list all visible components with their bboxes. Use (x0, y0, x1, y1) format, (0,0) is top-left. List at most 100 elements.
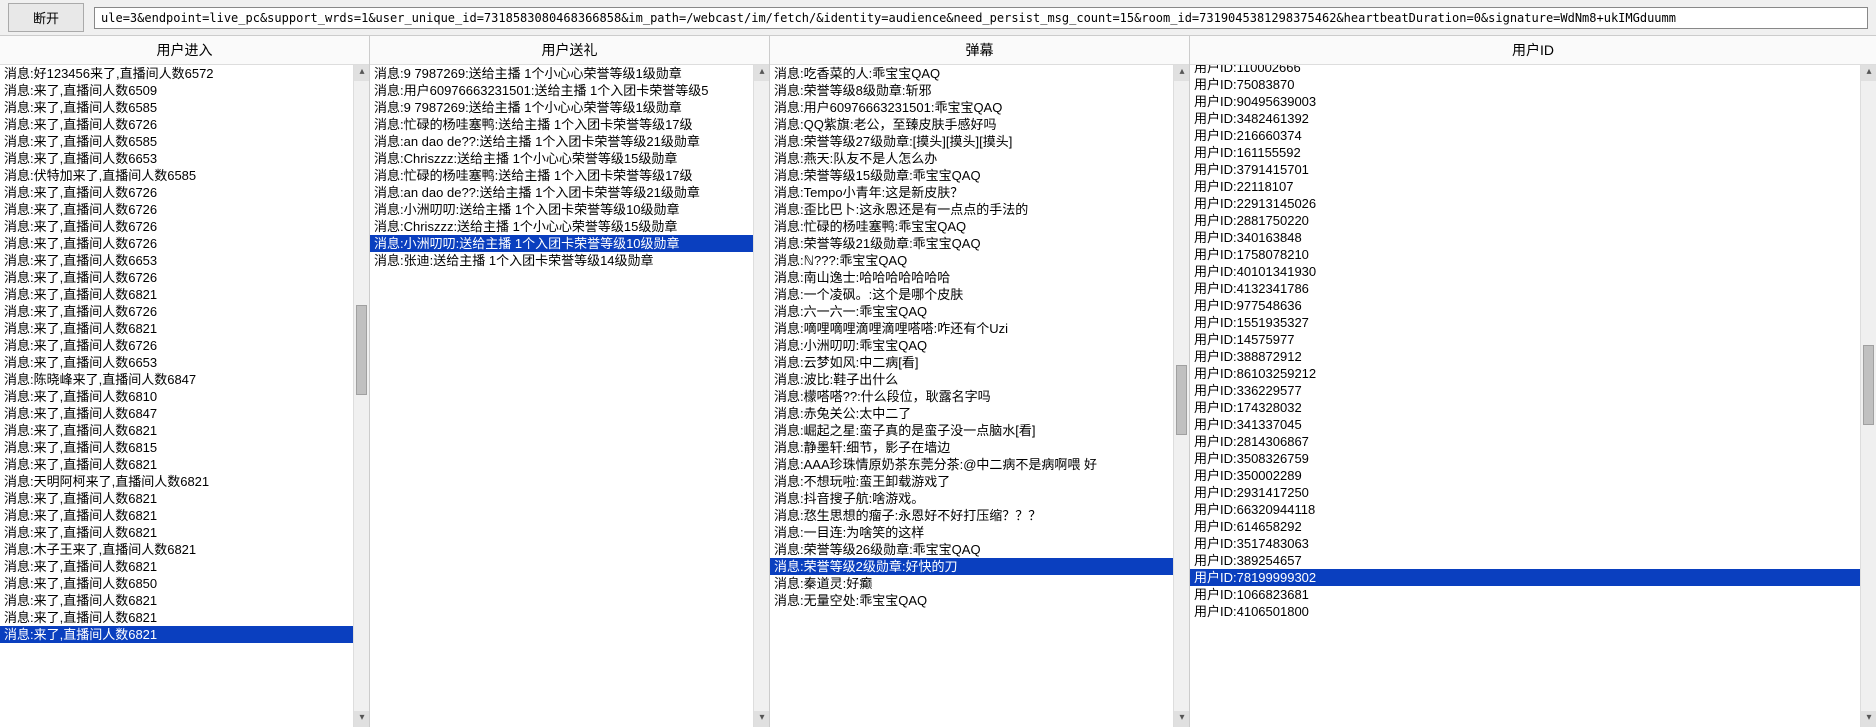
scrollbar-enter[interactable]: ▴ ▾ (353, 65, 369, 727)
list-item[interactable]: 用户ID:4132341786 (1190, 280, 1860, 297)
list-item[interactable]: 消息:荣誉等级21级勋章:乖宝宝QAQ (770, 235, 1173, 252)
list-item[interactable]: 消息:来了,直播间人数6821 (0, 490, 353, 507)
list-item[interactable]: 消息:张迪:送给主播 1个入团卡荣誉等级14级勋章 (370, 252, 753, 269)
list-item[interactable]: 消息:秦道灵:好癫 (770, 575, 1173, 592)
list-item[interactable]: 用户ID:340163848 (1190, 229, 1860, 246)
list-item[interactable]: 消息:an dao de??:送给主播 1个入团卡荣誉等级21级勋章 (370, 184, 753, 201)
list-item[interactable]: 用户ID:977548636 (1190, 297, 1860, 314)
url-input[interactable] (94, 7, 1868, 29)
list-item[interactable]: 消息:陈晓峰来了,直播间人数6847 (0, 371, 353, 388)
list-item[interactable]: 消息:来了,直播间人数6726 (0, 116, 353, 133)
list-item[interactable]: 用户ID:3791415701 (1190, 161, 1860, 178)
list-item[interactable]: 用户ID:336229577 (1190, 382, 1860, 399)
list-item[interactable]: 消息:来了,直播间人数6821 (0, 524, 353, 541)
list-item[interactable]: 消息:用户60976663231501:乖宝宝QAQ (770, 99, 1173, 116)
list-item[interactable]: 用户ID:3517483063 (1190, 535, 1860, 552)
scroll-up-icon[interactable]: ▴ (354, 65, 369, 81)
list-item[interactable]: 消息:ℕ???:乖宝宝QAQ (770, 252, 1173, 269)
list-item[interactable]: 消息:来了,直播间人数6821 (0, 558, 353, 575)
list-item[interactable]: 用户ID:161155592 (1190, 144, 1860, 161)
list-item[interactable]: 消息:来了,直播间人数6821 (0, 422, 353, 439)
list-item[interactable]: 消息:燕天:队友不是人怎么办 (770, 150, 1173, 167)
list-item[interactable]: 消息:9 7987269:送给主播 1个小心心荣誉等级1级勋章 (370, 99, 753, 116)
list-user-enter[interactable]: 消息:好123456来了,直播间人数6572消息:来了,直播间人数6509消息:… (0, 65, 353, 727)
list-item[interactable]: 消息:忙碌的杨哇塞鸭:送给主播 1个入团卡荣誉等级17级 (370, 116, 753, 133)
scroll-thumb[interactable] (356, 305, 367, 395)
list-item[interactable]: 消息:an dao de??:送给主播 1个入团卡荣誉等级21级勋章 (370, 133, 753, 150)
list-item[interactable]: 消息:来了,直播间人数6821 (0, 592, 353, 609)
list-item[interactable]: 用户ID:86103259212 (1190, 365, 1860, 382)
list-user-id[interactable]: 用户ID:110002666用户ID:75083870用户ID:90495639… (1190, 65, 1860, 727)
list-item[interactable]: 消息:不想玩啦:蛮王卸载游戏了 (770, 473, 1173, 490)
list-item[interactable]: 消息:来了,直播间人数6585 (0, 133, 353, 150)
scroll-down-icon[interactable]: ▾ (354, 711, 369, 727)
list-item[interactable]: 消息:来了,直播间人数6821 (0, 507, 353, 524)
list-item[interactable]: 消息:来了,直播间人数6726 (0, 337, 353, 354)
list-item[interactable]: 消息:荣誉等级15级勋章:乖宝宝QAQ (770, 167, 1173, 184)
scroll-up-icon[interactable]: ▴ (754, 65, 769, 81)
list-item[interactable]: 消息:来了,直播间人数6653 (0, 252, 353, 269)
list-user-gift[interactable]: 消息:9 7987269:送给主播 1个小心心荣誉等级1级勋章消息:用户6097… (370, 65, 753, 727)
list-item[interactable]: 消息:来了,直播间人数6726 (0, 218, 353, 235)
list-item[interactable]: 消息:小洲叨叨:送给主播 1个入团卡荣誉等级10级勋章 (370, 235, 753, 252)
list-item[interactable]: 用户ID:78199999302 (1190, 569, 1860, 586)
scrollbar-danmu[interactable]: ▴ ▾ (1173, 65, 1189, 727)
list-item[interactable]: 消息:用户60976663231501:送给主播 1个入团卡荣誉等级5 (370, 82, 753, 99)
list-item[interactable]: 消息:一个凌砜。:这个是哪个皮肤 (770, 286, 1173, 303)
list-item[interactable]: 用户ID:110002666 (1190, 65, 1860, 76)
list-item[interactable]: 消息:荣誉等级27级勋章:[摸头][摸头][摸头] (770, 133, 1173, 150)
list-danmu[interactable]: 消息:吃香菜的人:乖宝宝QAQ消息:荣誉等级8级勋章:斩邪消息:用户609766… (770, 65, 1173, 727)
scrollbar-uid[interactable]: ▴ ▾ (1860, 65, 1876, 727)
list-item[interactable]: 消息:来了,直播间人数6850 (0, 575, 353, 592)
list-item[interactable]: 消息:Tempo小青年:这是新皮肤？ (770, 184, 1173, 201)
list-item[interactable]: 用户ID:216660374 (1190, 127, 1860, 144)
list-item[interactable]: 消息:檬嗒嗒??:什么段位，耿露名字吗 (770, 388, 1173, 405)
disconnect-button[interactable]: 断开 (8, 3, 84, 32)
list-item[interactable]: 消息:来了,直播间人数6509 (0, 82, 353, 99)
list-item[interactable]: 消息:来了,直播间人数6726 (0, 184, 353, 201)
list-item[interactable]: 用户ID:3482461392 (1190, 110, 1860, 127)
list-item[interactable]: 消息:来了,直播间人数6726 (0, 235, 353, 252)
list-item[interactable]: 消息:静墨轩:细节，影子在墙边 (770, 439, 1173, 456)
list-item[interactable]: 消息:抖音搜子航:啥游戏。 (770, 490, 1173, 507)
list-item[interactable]: 消息:崛起之星:蛮子真的是蛮子没一点脑水[看] (770, 422, 1173, 439)
list-item[interactable]: 消息:来了,直播间人数6810 (0, 388, 353, 405)
list-item[interactable]: 用户ID:350002289 (1190, 467, 1860, 484)
list-item[interactable]: 消息:荣誉等级8级勋章:斩邪 (770, 82, 1173, 99)
list-item[interactable]: 消息:来了,直播间人数6585 (0, 99, 353, 116)
list-item[interactable]: 用户ID:75083870 (1190, 76, 1860, 93)
list-item[interactable]: 消息:小洲叨叨:乖宝宝QAQ (770, 337, 1173, 354)
list-item[interactable]: 消息:来了,直播间人数6821 (0, 609, 353, 626)
list-item[interactable]: 用户ID:614658292 (1190, 518, 1860, 535)
list-item[interactable]: 消息:Chriszzz:送给主播 1个小心心荣誉等级15级勋章 (370, 218, 753, 235)
list-item[interactable]: 消息:来了,直播间人数6653 (0, 150, 353, 167)
list-item[interactable]: 消息:好123456来了,直播间人数6572 (0, 65, 353, 82)
list-item[interactable]: 消息:㤵生思想的瘤子:永恩好不好打压缩？？？ (770, 507, 1173, 524)
list-item[interactable]: 消息:六一六一:乖宝宝QAQ (770, 303, 1173, 320)
list-item[interactable]: 用户ID:22913145026 (1190, 195, 1860, 212)
list-item[interactable]: 消息:荣誉等级26级勋章:乖宝宝QAQ (770, 541, 1173, 558)
list-item[interactable]: 用户ID:174328032 (1190, 399, 1860, 416)
list-item[interactable]: 用户ID:2931417250 (1190, 484, 1860, 501)
list-item[interactable]: 消息:来了,直播间人数6726 (0, 269, 353, 286)
list-item[interactable]: 消息:云梦如风:中二病[看] (770, 354, 1173, 371)
list-item[interactable]: 消息:来了,直播间人数6847 (0, 405, 353, 422)
scroll-up-icon[interactable]: ▴ (1861, 65, 1876, 81)
list-item[interactable]: 用户ID:22118107 (1190, 178, 1860, 195)
scroll-up-icon[interactable]: ▴ (1174, 65, 1189, 81)
list-item[interactable]: 消息:来了,直播间人数6821 (0, 456, 353, 473)
scrollbar-gift[interactable]: ▴ ▾ (753, 65, 769, 727)
list-item[interactable]: 用户ID:341337045 (1190, 416, 1860, 433)
list-item[interactable]: 消息:来了,直播间人数6821 (0, 286, 353, 303)
list-item[interactable]: 用户ID:66320944118 (1190, 501, 1860, 518)
list-item[interactable]: 消息:无量空处:乖宝宝QAQ (770, 592, 1173, 609)
list-item[interactable]: 消息:天明阿柯来了,直播间人数6821 (0, 473, 353, 490)
list-item[interactable]: 消息:QQ紫旗:老公，至臻皮肤手感好吗 (770, 116, 1173, 133)
list-item[interactable]: 消息:小洲叨叨:送给主播 1个入团卡荣誉等级10级勋章 (370, 201, 753, 218)
scroll-down-icon[interactable]: ▾ (754, 711, 769, 727)
list-item[interactable]: 用户ID:40101341930 (1190, 263, 1860, 280)
list-item[interactable]: 消息:忙碌的杨哇塞鸭:乖宝宝QAQ (770, 218, 1173, 235)
scroll-thumb[interactable] (1863, 345, 1874, 425)
list-item[interactable]: 消息:吃香菜的人:乖宝宝QAQ (770, 65, 1173, 82)
list-item[interactable]: 消息:波比:鞋子出什么 (770, 371, 1173, 388)
